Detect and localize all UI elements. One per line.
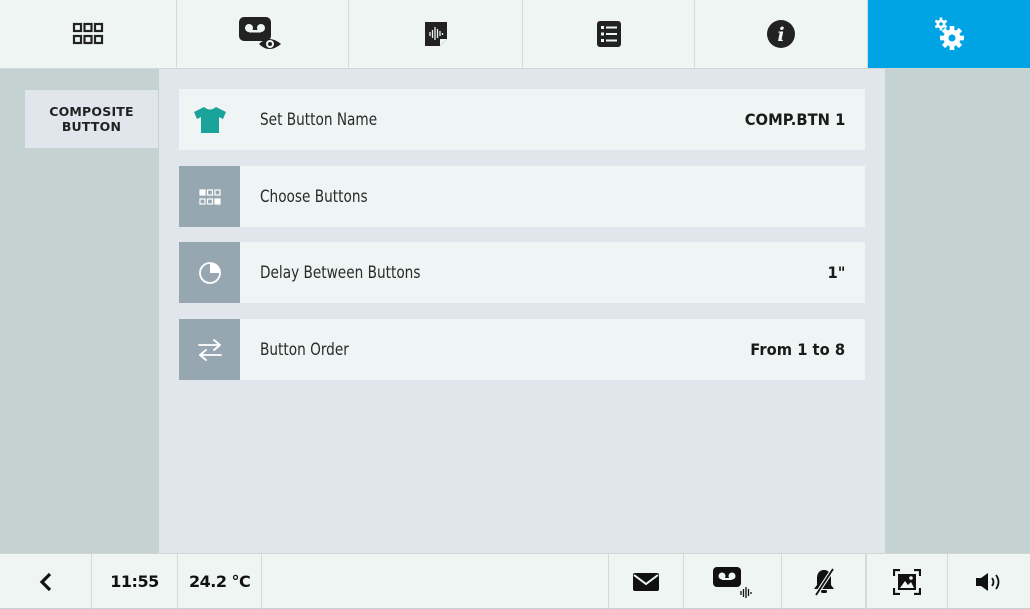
settings-gears-icon <box>934 17 964 50</box>
answering-machine-button[interactable] <box>684 554 782 609</box>
info-icon: i <box>767 20 795 48</box>
temperature: 24.2 °C <box>178 554 262 609</box>
row-set-button-name[interactable]: Set Button Name COMP.BTN 1 <box>179 89 865 150</box>
tab-answering-machine-view[interactable] <box>177 0 349 68</box>
time-text: 11:55 <box>110 572 159 591</box>
row-icon-container <box>179 89 240 150</box>
row-label: Choose Buttons <box>260 187 368 206</box>
bottom-status-bar: 11:55 24.2 °C <box>0 553 1030 609</box>
answering-machine-view-icon <box>238 17 281 49</box>
row-value: From 1 to 8 <box>750 340 845 359</box>
tab-audio-messages[interactable] <box>349 0 523 68</box>
envelope-icon <box>633 572 659 591</box>
timer-icon <box>198 261 221 284</box>
volume-button[interactable] <box>948 554 1030 609</box>
row-label: Button Order <box>260 340 349 359</box>
main-panel: Set Button Name COMP.BTN 1 Choose Button… <box>159 69 885 553</box>
sidebar-item-composite-button[interactable]: COMPOSITE BUTTON <box>25 90 158 148</box>
row-icon-container <box>179 242 240 303</box>
audio-message-icon <box>424 22 447 46</box>
answering-machine-icon <box>712 566 752 598</box>
list-icon <box>596 21 621 47</box>
tab-settings[interactable] <box>868 0 1030 68</box>
row-delay-between-buttons[interactable]: Delay Between Buttons 1" <box>179 242 865 303</box>
photo-frame-button[interactable] <box>866 554 948 609</box>
bell-muted-icon <box>813 567 835 596</box>
row-icon-container <box>179 166 240 227</box>
clock: 11:55 <box>92 554 178 609</box>
right-sidebar <box>885 69 1030 553</box>
back-button[interactable] <box>0 554 92 609</box>
temperature-text: 24.2 °C <box>189 572 251 591</box>
svg-text:i: i <box>777 24 784 46</box>
tab-home-grid[interactable] <box>0 0 177 68</box>
left-sidebar: COMPOSITE BUTTON <box>0 69 158 553</box>
buttons-grid-icon <box>198 188 221 205</box>
ringer-mute-button[interactable] <box>782 554 866 609</box>
row-icon-container <box>179 319 240 380</box>
tab-info[interactable]: i <box>695 0 868 68</box>
chevron-left-icon <box>39 572 51 591</box>
swap-arrows-icon <box>197 338 222 361</box>
tshirt-icon <box>193 106 226 133</box>
speaker-volume-icon <box>976 572 1000 591</box>
row-value: COMP.BTN 1 <box>744 110 845 129</box>
row-value: 1" <box>827 263 845 282</box>
row-button-order[interactable]: Button Order From 1 to 8 <box>179 319 865 380</box>
tab-list[interactable] <box>523 0 695 68</box>
row-label: Delay Between Buttons <box>260 263 421 282</box>
row-label: Set Button Name <box>260 110 378 129</box>
messages-button[interactable] <box>608 554 684 609</box>
top-navigation: i <box>0 0 1030 69</box>
grid-icon <box>72 22 104 45</box>
row-choose-buttons[interactable]: Choose Buttons <box>179 166 865 227</box>
image-frame-icon <box>893 568 921 595</box>
